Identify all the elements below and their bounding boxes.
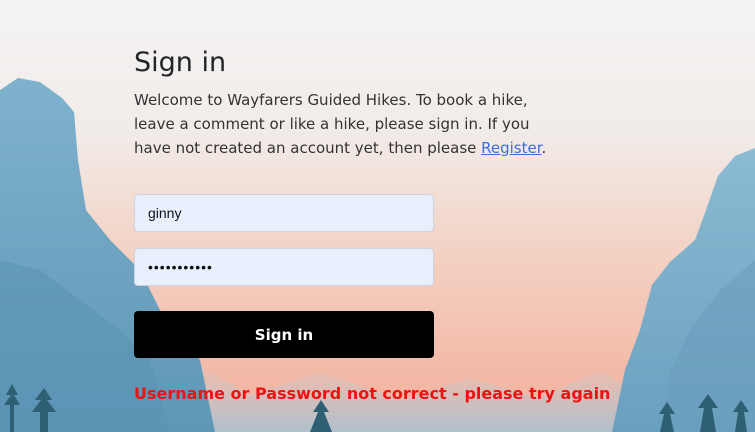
intro-end: . <box>541 139 547 157</box>
password-input[interactable] <box>134 248 434 286</box>
page-title: Sign in <box>134 47 227 78</box>
username-input[interactable] <box>134 194 434 232</box>
sign-in-button[interactable]: Sign in <box>134 311 434 358</box>
intro-message: Welcome to Wayfarers Guided Hikes. To bo… <box>134 91 530 157</box>
login-page: Sign in Welcome to Wayfarers Guided Hike… <box>0 0 755 432</box>
register-link[interactable]: Register <box>481 139 541 157</box>
sign-in-form: Sign in Welcome to Wayfarers Guided Hike… <box>134 40 611 403</box>
intro-text: Welcome to Wayfarers Guided Hikes. To bo… <box>134 88 564 160</box>
error-message: Username or Password not correct - pleas… <box>134 384 611 403</box>
